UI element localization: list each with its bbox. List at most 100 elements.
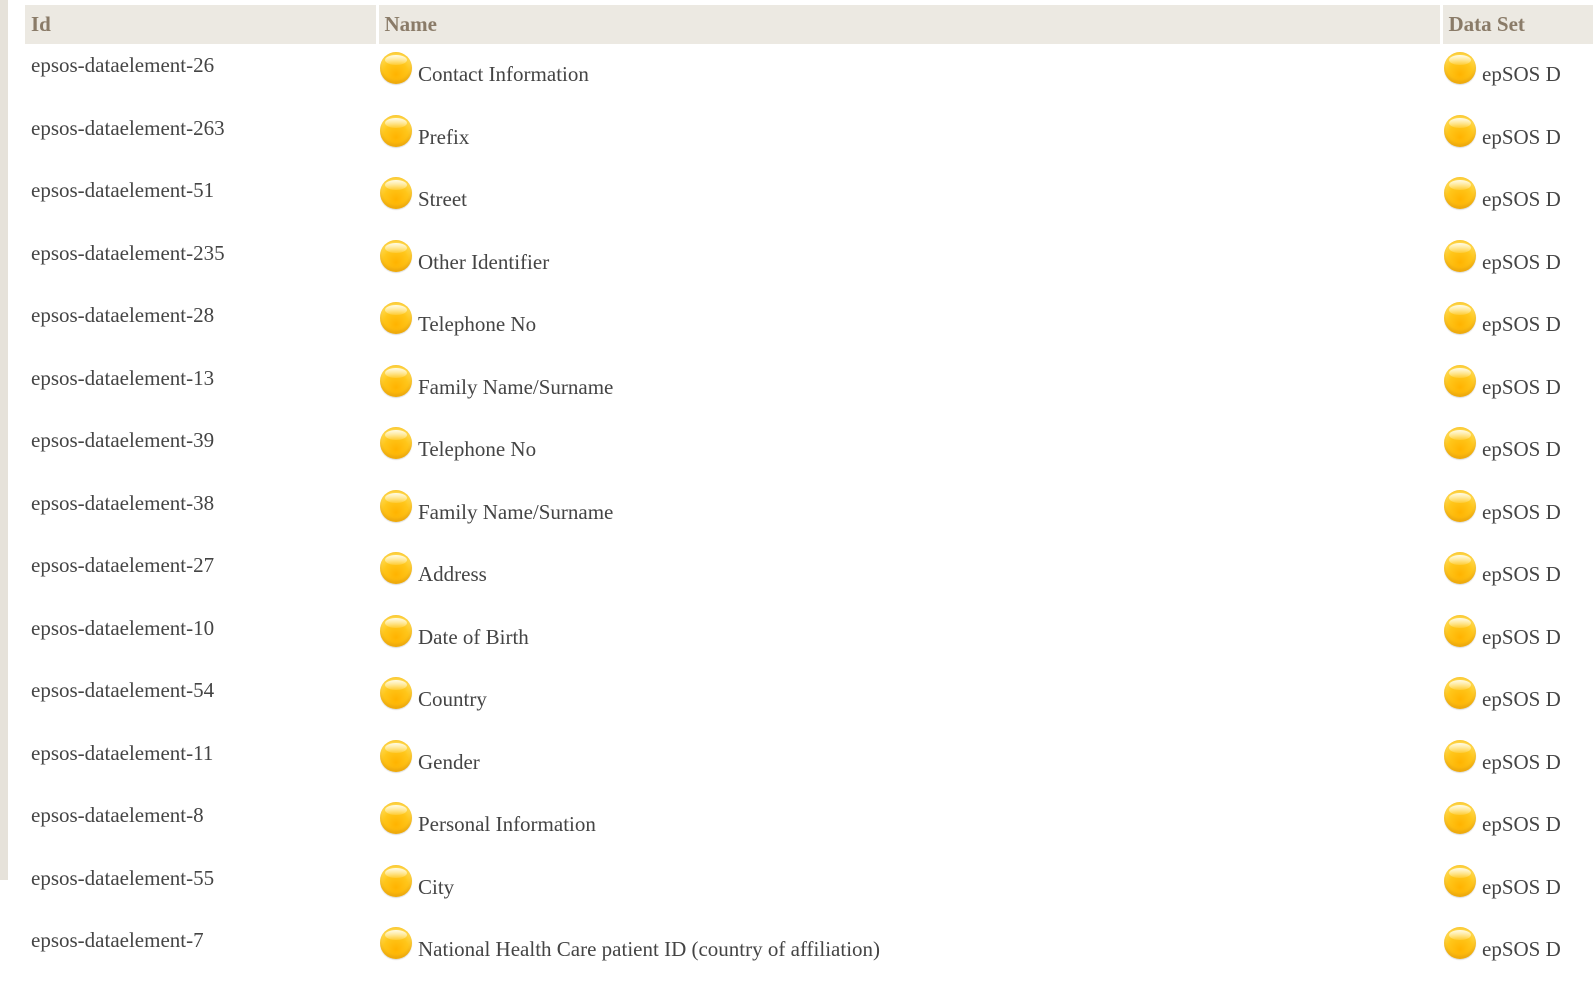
row-dataset[interactable]: epSOS D: [1482, 115, 1561, 150]
row-dataset-cell[interactable]: epSOS D: [1441, 482, 1593, 545]
row-dataset-cell[interactable]: epSOS D: [1441, 107, 1593, 170]
row-dataset[interactable]: epSOS D: [1482, 490, 1561, 525]
row-dataset[interactable]: epSOS D: [1482, 740, 1561, 775]
row-name[interactable]: Country: [418, 677, 487, 712]
yellow-orb-icon: [380, 614, 412, 647]
row-dataset-cell[interactable]: epSOS D: [1441, 357, 1593, 420]
yellow-orb-icon: [380, 739, 412, 772]
table-header-row: Id Name Data Set: [25, 5, 1593, 44]
column-header-dataset[interactable]: Data Set: [1441, 5, 1593, 44]
row-name-cell[interactable]: Prefix: [377, 107, 1441, 170]
row-name-cell[interactable]: National Health Care patient ID (country…: [377, 919, 1441, 982]
row-dataset[interactable]: epSOS D: [1482, 865, 1561, 900]
table-row[interactable]: epsos-dataelement-51 Street epSOS D: [25, 169, 1593, 232]
row-name-cell[interactable]: Telephone No: [377, 294, 1441, 357]
row-dataset[interactable]: epSOS D: [1482, 52, 1561, 87]
row-dataset[interactable]: epSOS D: [1482, 177, 1561, 212]
yellow-orb-icon: [380, 552, 412, 584]
row-name[interactable]: Gender: [418, 740, 480, 775]
row-id: epsos-dataelement-28: [31, 303, 215, 327]
row-name-cell[interactable]: Address: [377, 544, 1441, 607]
yellow-orb-icon: [1444, 864, 1476, 897]
row-name[interactable]: City: [418, 865, 454, 900]
row-dataset-cell[interactable]: epSOS D: [1441, 294, 1593, 357]
yellow-orb-icon: [1444, 302, 1476, 334]
row-id: epsos-dataelement-54: [31, 678, 215, 702]
row-name-cell[interactable]: City: [377, 857, 1441, 920]
row-dataset[interactable]: epSOS D: [1482, 552, 1561, 587]
row-dataset-cell[interactable]: epSOS D: [1441, 669, 1593, 732]
table-row[interactable]: epsos-dataelement-7 National Health Care …: [25, 919, 1593, 982]
yellow-orb-icon: [1444, 427, 1476, 459]
yellow-orb-icon: [1444, 927, 1476, 959]
yellow-orb-icon: [1444, 239, 1476, 272]
table-row[interactable]: epsos-dataelement-235 Other Identifier epS…: [25, 232, 1593, 295]
row-dataset-cell[interactable]: epSOS D: [1441, 919, 1593, 982]
yellow-orb-icon: [380, 239, 412, 272]
row-name[interactable]: Contact Information: [418, 52, 589, 87]
row-name-cell[interactable]: Street: [377, 169, 1441, 232]
yellow-orb-icon: [1444, 739, 1476, 772]
row-dataset-cell[interactable]: epSOS D: [1441, 44, 1593, 107]
row-name-cell[interactable]: Personal Information: [377, 794, 1441, 857]
table-row[interactable]: epsos-dataelement-26 Contact Information e…: [25, 44, 1593, 107]
row-name[interactable]: Address: [418, 552, 487, 587]
row-dataset[interactable]: epSOS D: [1482, 802, 1561, 837]
row-name[interactable]: Other Identifier: [418, 240, 549, 275]
row-dataset[interactable]: epSOS D: [1482, 365, 1561, 400]
row-dataset[interactable]: epSOS D: [1482, 427, 1561, 462]
row-name[interactable]: Personal Information: [418, 802, 596, 837]
row-name[interactable]: National Health Care patient ID (country…: [418, 927, 880, 962]
row-dataset[interactable]: epSOS D: [1482, 615, 1561, 650]
row-dataset-cell[interactable]: epSOS D: [1441, 857, 1593, 920]
table-row[interactable]: epsos-dataelement-55 City epSOS D: [25, 857, 1593, 920]
row-name-cell[interactable]: Family Name/Surname: [377, 357, 1441, 420]
row-name[interactable]: Street: [418, 177, 467, 212]
row-name-cell[interactable]: Date of Birth: [377, 607, 1441, 670]
row-dataset[interactable]: epSOS D: [1482, 302, 1561, 337]
table-row[interactable]: epsos-dataelement-10 Date of Birth epSOS D: [25, 607, 1593, 670]
column-header-name[interactable]: Name: [377, 5, 1443, 44]
table-row[interactable]: epsos-dataelement-28 Telephone No epSOS D: [25, 294, 1593, 357]
column-header-id[interactable]: Id: [25, 5, 379, 44]
row-id: epsos-dataelement-39: [31, 428, 215, 452]
row-dataset-cell[interactable]: epSOS D: [1441, 607, 1593, 670]
row-dataset[interactable]: epSOS D: [1482, 677, 1561, 712]
row-name[interactable]: Telephone No: [418, 302, 536, 337]
row-name[interactable]: Telephone No: [418, 427, 536, 462]
yellow-orb-icon: [1444, 677, 1476, 709]
table-row[interactable]: epsos-dataelement-27 Address epSOS D: [25, 544, 1593, 607]
table-row[interactable]: epsos-dataelement-54 Country epSOS D: [25, 669, 1593, 732]
row-name-cell[interactable]: Country: [377, 669, 1441, 732]
yellow-orb-icon: [380, 52, 412, 84]
row-dataset-cell[interactable]: epSOS D: [1441, 419, 1593, 482]
row-name[interactable]: Prefix: [418, 115, 469, 150]
row-id: epsos-dataelement-51: [31, 178, 215, 202]
row-dataset-cell[interactable]: epSOS D: [1441, 232, 1593, 295]
table-row[interactable]: epsos-dataelement-13 Family Name/Surname e…: [25, 357, 1593, 420]
table-row[interactable]: epsos-dataelement-38 Family Name/Surname e…: [25, 482, 1593, 545]
row-name-cell[interactable]: Telephone No: [377, 419, 1441, 482]
row-dataset-cell[interactable]: epSOS D: [1441, 544, 1593, 607]
row-name-cell[interactable]: Gender: [377, 732, 1441, 795]
yellow-orb-icon: [380, 802, 412, 834]
row-name-cell[interactable]: Family Name/Surname: [377, 482, 1441, 545]
row-name-cell[interactable]: Other Identifier: [377, 232, 1441, 295]
row-dataset[interactable]: epSOS D: [1482, 927, 1561, 962]
row-name-cell[interactable]: Contact Information: [377, 44, 1441, 107]
row-id: epsos-dataelement-26: [31, 53, 215, 77]
row-name[interactable]: Date of Birth: [418, 615, 529, 650]
row-name[interactable]: Family Name/Surname: [418, 490, 613, 525]
yellow-orb-icon: [1444, 552, 1476, 584]
table-row[interactable]: epsos-dataelement-8 Personal Information e…: [25, 794, 1593, 857]
yellow-orb-icon: [1444, 177, 1476, 209]
row-dataset-cell[interactable]: epSOS D: [1441, 732, 1593, 795]
row-name[interactable]: Family Name/Surname: [418, 365, 613, 400]
table-row[interactable]: epsos-dataelement-11 Gender epSOS D: [25, 732, 1593, 795]
table-row[interactable]: epsos-dataelement-39 Telephone No epSOS D: [25, 419, 1593, 482]
row-dataset[interactable]: epSOS D: [1482, 240, 1561, 275]
row-dataset-cell[interactable]: epSOS D: [1441, 794, 1593, 857]
row-dataset-cell[interactable]: epSOS D: [1441, 169, 1593, 232]
yellow-orb-icon: [1444, 614, 1476, 647]
table-row[interactable]: epsos-dataelement-263 Prefix epSOS D: [25, 107, 1593, 170]
